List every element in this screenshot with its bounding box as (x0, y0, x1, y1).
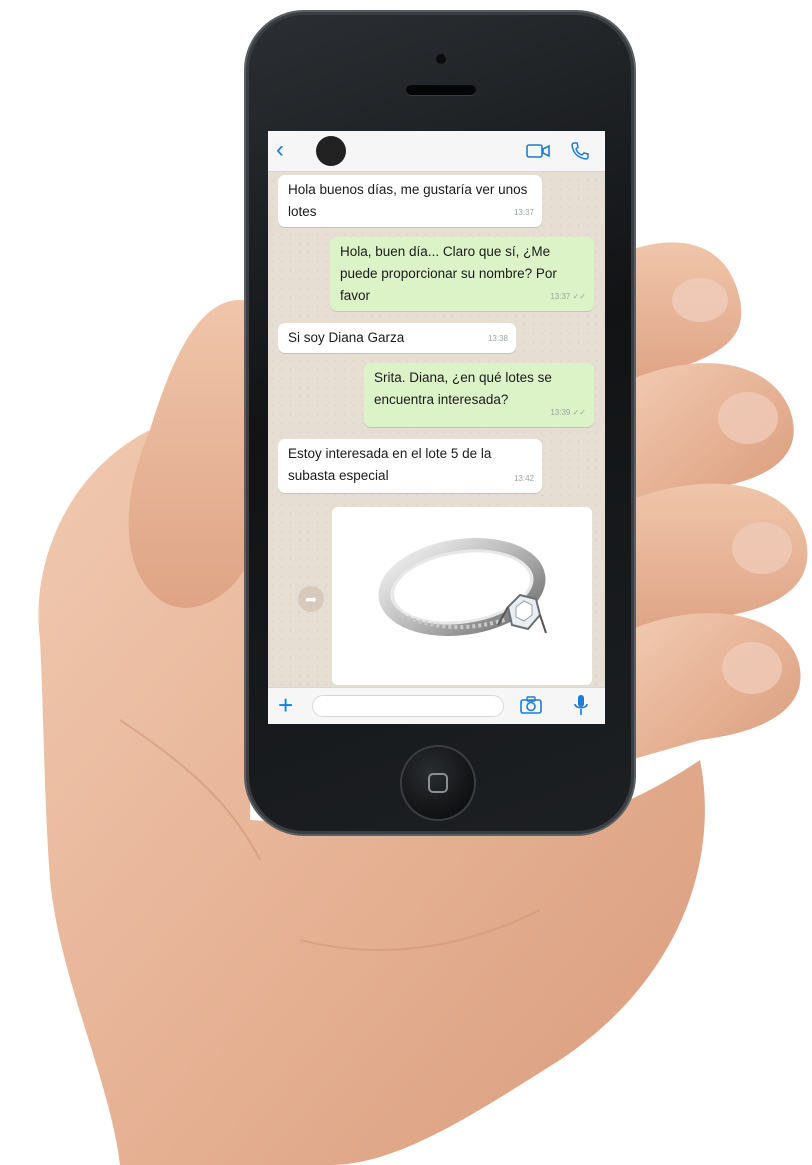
plus-icon[interactable]: + (278, 690, 293, 720)
message-bubble-incoming[interactable]: Hola buenos días, me gustaría ver unos l… (278, 175, 542, 227)
camera-icon[interactable] (520, 696, 542, 714)
message-time: 13:37 (513, 208, 534, 217)
message-time: 13:38 (487, 334, 508, 343)
message-text: Srita. Diana, ¿en qué lotes se encuentra… (374, 370, 552, 407)
message-time: 13:39 ✓✓ (550, 408, 586, 417)
video-camera-icon[interactable] (526, 144, 550, 158)
message-text: Hola buenos días, me gustaría ver unos l… (288, 182, 528, 219)
avatar[interactable] (316, 136, 346, 166)
message-bubble-outgoing[interactable]: Srita. Diana, ¿en qué lotes se encuentra… (364, 363, 594, 427)
message-bubble-incoming[interactable]: Estoy interesada en el lote 5 de la suba… (278, 439, 542, 493)
message-input-bar: + (268, 687, 605, 724)
message-time: 13:42 (513, 474, 534, 483)
forward-icon[interactable]: ➦ (298, 586, 324, 612)
home-button[interactable] (402, 747, 474, 819)
whatsapp-chat-screen: ‹ Hola buenos días, me gustaría ver unos… (268, 131, 605, 724)
microphone-icon[interactable] (574, 694, 588, 716)
message-bubble-incoming[interactable]: Si soy Diana Garza 13:38 (278, 323, 516, 353)
message-input[interactable] (312, 695, 504, 717)
message-bubble-outgoing[interactable]: Hola, buen día... Claro que sí, ¿Me pued… (330, 237, 594, 311)
message-text: Hola, buen día... Claro que sí, ¿Me pued… (340, 244, 557, 303)
front-camera (436, 54, 446, 64)
message-time: 13:37 ✓✓ (550, 292, 586, 301)
earpiece-speaker (406, 85, 476, 95)
home-button-square-icon (428, 773, 448, 793)
chevron-left-icon[interactable]: ‹ (276, 137, 284, 163)
chat-header: ‹ (268, 131, 605, 172)
phone-icon[interactable] (570, 141, 590, 161)
ring-photo (378, 538, 547, 636)
message-text: Estoy interesada en el lote 5 de la suba… (288, 446, 492, 483)
image-message[interactable] (332, 507, 592, 685)
message-text: Si soy Diana Garza (288, 330, 405, 345)
